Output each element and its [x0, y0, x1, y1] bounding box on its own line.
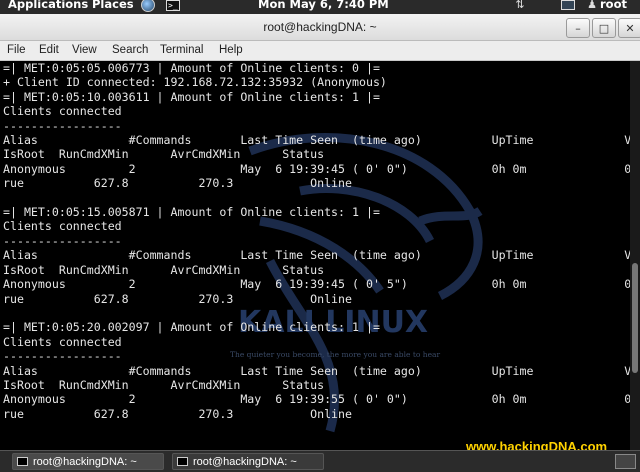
- taskbar-item-label: root@hackingDNA: ~: [33, 456, 137, 468]
- menu-help[interactable]: Help: [219, 44, 243, 56]
- terminal-icon[interactable]: >_: [165, 0, 181, 12]
- taskbar-item[interactable]: root@hackingDNA: ~: [12, 453, 164, 470]
- user-icon[interactable]: ♟: [586, 0, 598, 12]
- window-titlebar[interactable]: root@hackingDNA: ~ – □ ✕: [0, 14, 640, 41]
- menu-view[interactable]: View: [72, 44, 97, 56]
- user-menu[interactable]: root: [600, 0, 627, 11]
- network-icon[interactable]: ⇅: [512, 0, 528, 12]
- workspace-switcher[interactable]: [615, 454, 636, 469]
- close-button[interactable]: ✕: [618, 18, 640, 38]
- scrollbar-thumb[interactable]: [632, 263, 638, 373]
- terminal-view[interactable]: KALI LINUX The quieter you become, the m…: [0, 61, 630, 450]
- terminal-scrollbar[interactable]: [630, 61, 640, 450]
- menu-edit[interactable]: Edit: [39, 44, 59, 56]
- places-menu[interactable]: Places: [92, 0, 134, 11]
- taskbar-item[interactable]: root@hackingDNA: ~: [172, 453, 324, 470]
- maximize-button[interactable]: □: [592, 18, 616, 38]
- taskbar-item-label: root@hackingDNA: ~: [193, 456, 297, 468]
- minimize-button[interactable]: –: [566, 18, 590, 38]
- menu-search[interactable]: Search: [112, 44, 148, 56]
- menu-file[interactable]: File: [7, 44, 26, 56]
- menubar: File Edit View Search Terminal Help: [0, 41, 640, 61]
- monitor-icon[interactable]: [560, 0, 576, 12]
- top-panel: Applications Places >_ Mon May 6, 7:40 P…: [0, 0, 640, 14]
- terminal-output: =| MET:0:05:05.006773 | Amount of Online…: [3, 61, 630, 421]
- terminal-icon: [17, 457, 28, 466]
- iceweasel-icon[interactable]: [141, 0, 155, 12]
- terminal-icon: [177, 457, 188, 466]
- panel-clock[interactable]: Mon May 6, 7:40 PM: [258, 0, 389, 11]
- menu-terminal[interactable]: Terminal: [160, 44, 203, 56]
- applications-menu[interactable]: Applications: [8, 0, 88, 11]
- window-title: root@hackingDNA: ~: [263, 20, 377, 34]
- taskbar: root@hackingDNA: ~ root@hackingDNA: ~: [0, 450, 640, 472]
